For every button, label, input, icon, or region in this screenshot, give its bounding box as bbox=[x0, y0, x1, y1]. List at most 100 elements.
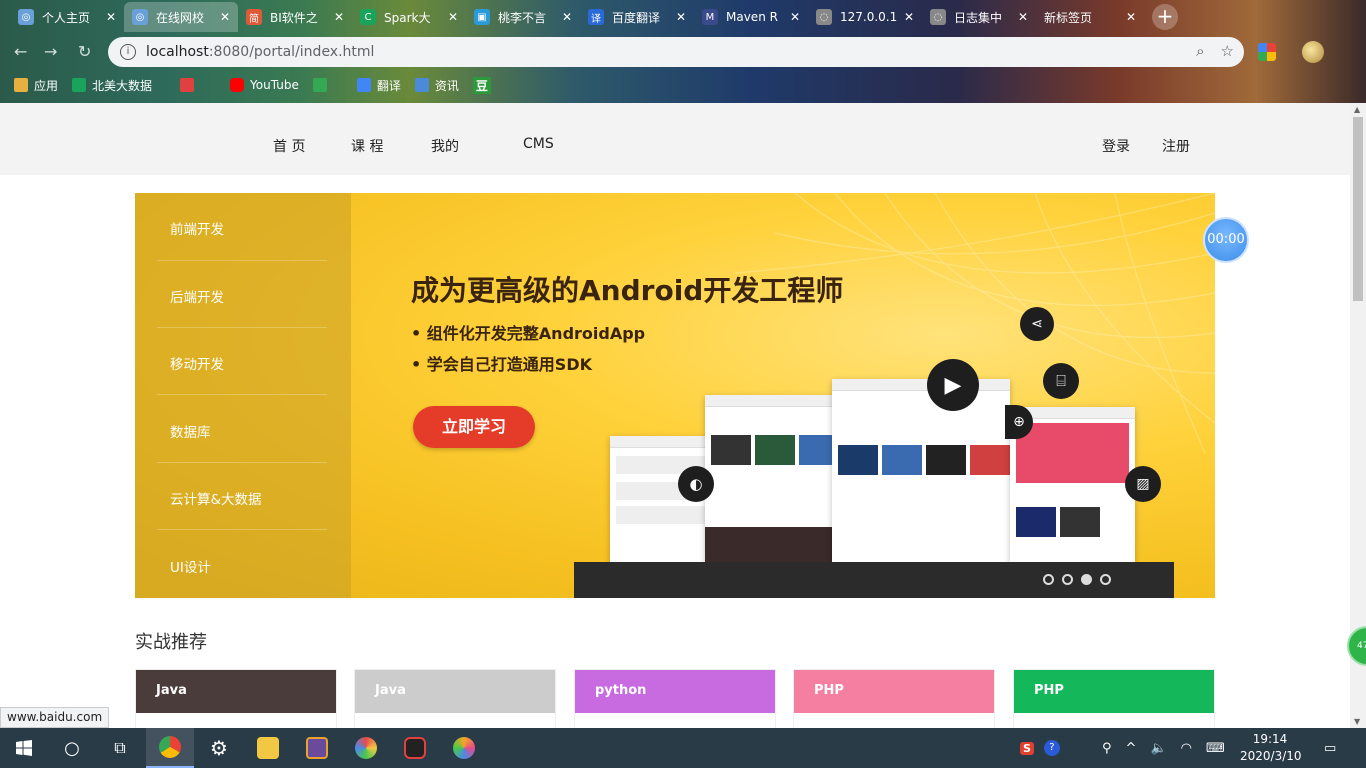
scrollbar-thumb[interactable] bbox=[1353, 117, 1363, 301]
close-icon[interactable]: ✕ bbox=[562, 10, 572, 24]
chrome-style-icon[interactable]: ◐ bbox=[678, 466, 714, 502]
course-card[interactable]: PHP bbox=[793, 669, 995, 728]
taskbar-chrome[interactable] bbox=[146, 728, 194, 768]
category-mobile[interactable]: 移动开发 bbox=[170, 353, 224, 373]
task-view-icon[interactable]: ⧉ bbox=[96, 728, 144, 768]
taskbar: ○ ⧉ ⚙ S ? ⚲ ^ 🔈 ◠ ⌨ 19:14 2020/3/10 ▭ bbox=[0, 728, 1366, 768]
taskbar-recorder[interactable] bbox=[391, 728, 439, 768]
tab-taoli[interactable]: ▣ 桃李不言 ✕ bbox=[466, 2, 580, 32]
register-link[interactable]: 注册 bbox=[1162, 136, 1190, 156]
search-circle-icon[interactable]: ○ bbox=[48, 728, 96, 768]
category-frontend[interactable]: 前端开发 bbox=[170, 218, 224, 238]
category-backend[interactable]: 后端开发 bbox=[170, 286, 224, 306]
wifi-icon[interactable]: ◠ bbox=[1181, 741, 1192, 756]
close-icon[interactable]: ✕ bbox=[1126, 10, 1136, 24]
sogou-ime-icon[interactable]: S bbox=[1020, 741, 1034, 755]
scroll-up-icon[interactable]: ▲ bbox=[1354, 105, 1360, 114]
category-database[interactable]: 数据库 bbox=[170, 421, 211, 441]
bookmark-youtube[interactable]: YouTube bbox=[230, 78, 299, 92]
windows-start-icon[interactable] bbox=[0, 728, 48, 768]
tab-personal-home[interactable]: ◎ 个人主页 ✕ bbox=[10, 2, 124, 32]
bookmark-label: 豆 bbox=[472, 76, 491, 94]
speaker-icon[interactable]: 🔈 bbox=[1150, 741, 1166, 756]
bookmark-mail[interactable] bbox=[180, 78, 200, 92]
carousel-dot-active[interactable] bbox=[1081, 574, 1092, 585]
carousel-dot[interactable] bbox=[1043, 574, 1054, 585]
new-tab-button[interactable]: + bbox=[1152, 4, 1178, 30]
notification-icon[interactable]: ▭ bbox=[1324, 728, 1336, 768]
taskbar-file-explorer[interactable] bbox=[244, 728, 292, 768]
timer-badge[interactable]: 00:00 bbox=[1203, 217, 1249, 263]
tab-spark[interactable]: C Spark大 ✕ bbox=[352, 2, 466, 32]
menu-divider bbox=[157, 394, 327, 395]
course-card-header: PHP bbox=[1014, 670, 1214, 713]
course-card[interactable]: Java bbox=[354, 669, 556, 728]
profile-avatar[interactable] bbox=[1302, 41, 1324, 63]
learn-now-button[interactable]: 立即学习 bbox=[413, 406, 535, 448]
taskbar-ide[interactable] bbox=[293, 728, 341, 768]
chevron-up-icon[interactable]: ^ bbox=[1126, 741, 1137, 756]
bookmark-news[interactable]: 资讯 bbox=[414, 77, 459, 94]
news-icon bbox=[414, 78, 429, 92]
close-icon[interactable]: ✕ bbox=[106, 10, 116, 24]
close-icon[interactable]: ✕ bbox=[676, 10, 686, 24]
tab-log[interactable]: ◌ 日志集中 ✕ bbox=[922, 2, 1036, 32]
address-bar[interactable]: i localhost:8080/portal/index.html ⌕ ☆ bbox=[108, 37, 1244, 67]
bookmark-translate[interactable]: 翻译 bbox=[356, 77, 401, 94]
bookmark-bigdata[interactable]: 北美大数据 bbox=[72, 77, 152, 94]
course-card[interactable]: python bbox=[574, 669, 776, 728]
nav-mine[interactable]: 我的 bbox=[431, 136, 459, 156]
close-icon[interactable]: ✕ bbox=[334, 10, 344, 24]
course-card-header: Java bbox=[355, 670, 555, 713]
carousel-dot[interactable] bbox=[1062, 574, 1073, 585]
bookmark-star-icon[interactable]: ☆ bbox=[1221, 42, 1234, 60]
reload-icon[interactable]: ↻ bbox=[78, 42, 91, 61]
extension-icon[interactable] bbox=[1258, 43, 1276, 61]
tab-label: 桃李不言 bbox=[498, 10, 547, 25]
share-icon[interactable]: ⋖ bbox=[1020, 307, 1054, 341]
close-icon[interactable]: ✕ bbox=[448, 10, 458, 24]
category-cloud-bigdata[interactable]: 云计算&大数据 bbox=[170, 488, 262, 508]
close-icon[interactable]: ✕ bbox=[220, 10, 230, 24]
hero-banner[interactable]: 前端开发 后端开发 移动开发 数据库 云计算&大数据 UI设计 成为更高级的An… bbox=[135, 193, 1215, 598]
settings-gear-icon[interactable]: ⚙ bbox=[195, 728, 243, 768]
taskbar-photos[interactable] bbox=[342, 728, 390, 768]
nav-cms[interactable]: CMS bbox=[523, 136, 554, 152]
help-icon[interactable]: ? bbox=[1043, 740, 1060, 756]
tab-maven[interactable]: M Maven R ✕ bbox=[694, 2, 808, 32]
category-ui-design[interactable]: UI设计 bbox=[170, 556, 211, 576]
bookmark-apps[interactable]: 应用 bbox=[14, 77, 58, 94]
tab-new-tab-page[interactable]: 新标签页 ✕ bbox=[1036, 2, 1144, 32]
carousel-dot[interactable] bbox=[1100, 574, 1111, 585]
web-page: 首 页 课 程 我的 CMS 登录 注册 前端开发 后端开发 移动开发 数据库 … bbox=[0, 103, 1350, 728]
menu-divider bbox=[157, 327, 327, 328]
tab-bi-software[interactable]: 简 BI软件之 ✕ bbox=[238, 2, 352, 32]
people-icon[interactable]: ⚲ bbox=[1102, 741, 1112, 756]
nav-courses[interactable]: 课 程 bbox=[351, 136, 383, 156]
taskbar-clock[interactable]: 19:14 2020/3/10 bbox=[1240, 731, 1302, 765]
play-icon[interactable]: ▶ bbox=[927, 359, 979, 411]
taskbar-browser[interactable] bbox=[440, 728, 488, 768]
close-icon[interactable]: ✕ bbox=[1018, 10, 1028, 24]
scroll-down-icon[interactable]: ▼ bbox=[1354, 717, 1360, 726]
close-icon[interactable]: ✕ bbox=[790, 10, 800, 24]
site-info-icon[interactable]: i bbox=[120, 44, 136, 60]
scan-icon[interactable]: ⌸ bbox=[1043, 363, 1079, 399]
bookmark-douban[interactable]: 豆 bbox=[472, 76, 491, 94]
tab-baidu-translate[interactable]: 译 百度翻译 ✕ bbox=[580, 2, 694, 32]
back-icon[interactable]: ← bbox=[14, 42, 27, 61]
forward-icon[interactable]: → bbox=[44, 42, 57, 61]
tab-localhost[interactable]: ◌ 127.0.0.1 ✕ bbox=[808, 2, 922, 32]
login-link[interactable]: 登录 bbox=[1102, 136, 1130, 156]
course-card[interactable]: Java bbox=[135, 669, 337, 728]
tab-label: Spark大 bbox=[384, 10, 431, 25]
close-icon[interactable]: ✕ bbox=[904, 10, 914, 24]
tab-label: 在线网校 bbox=[156, 10, 205, 25]
keyboard-icon[interactable]: ⌨ bbox=[1206, 741, 1225, 756]
bookmark-maps[interactable] bbox=[312, 78, 333, 92]
course-card[interactable]: PHP bbox=[1013, 669, 1215, 728]
nav-home[interactable]: 首 页 bbox=[273, 136, 305, 156]
image-icon[interactable]: ▨ bbox=[1125, 466, 1161, 502]
tab-online-school[interactable]: ◎ 在线网校 ✕ bbox=[124, 2, 238, 32]
zoom-icon[interactable]: ⌕ bbox=[1196, 42, 1204, 60]
